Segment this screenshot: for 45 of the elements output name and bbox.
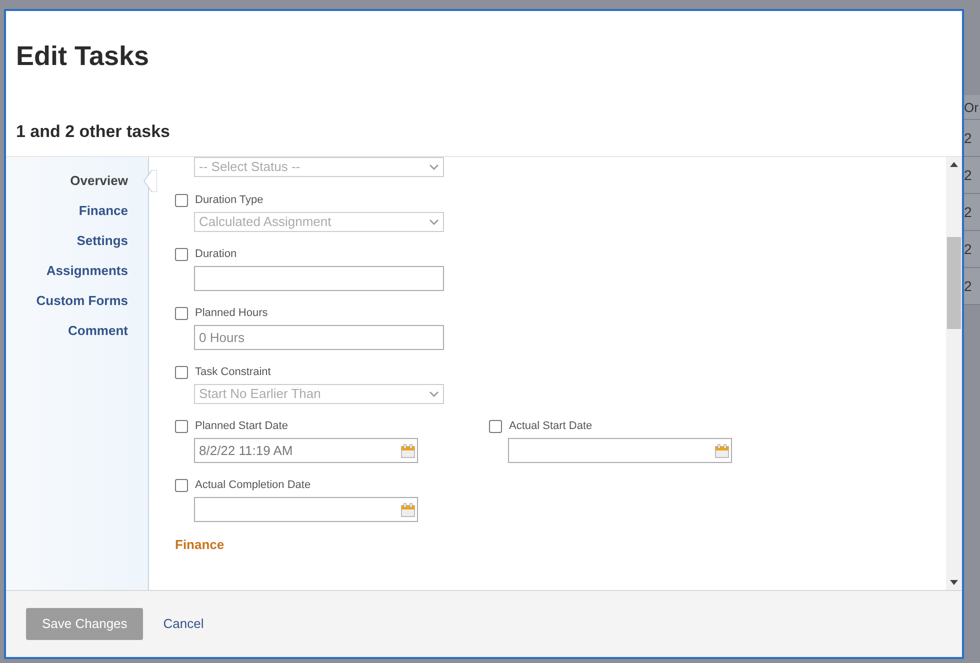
field-label: Task Constraint bbox=[195, 364, 271, 380]
dialog-subtitle: 1 and 2 other tasks bbox=[16, 121, 172, 143]
sidebar-item[interactable]: Assignments bbox=[6, 261, 136, 291]
date-field[interactable] bbox=[508, 438, 732, 463]
cancel-link[interactable]: Cancel bbox=[163, 614, 204, 634]
input-field[interactable] bbox=[194, 266, 444, 291]
scroll-down-icon[interactable] bbox=[950, 580, 958, 585]
table-cell: 2 bbox=[964, 268, 980, 305]
sidebar-item[interactable]: Settings bbox=[6, 231, 136, 261]
checkbox[interactable] bbox=[175, 306, 188, 320]
table-cell: 2 bbox=[964, 157, 980, 194]
table-cell: 2 bbox=[964, 194, 980, 231]
checkbox[interactable] bbox=[489, 420, 502, 432]
sidebar-item[interactable]: Comment bbox=[6, 321, 136, 351]
field-label: Planned Start Date bbox=[195, 418, 288, 434]
scrollbar[interactable] bbox=[946, 157, 962, 590]
checkbox[interactable] bbox=[175, 420, 188, 432]
caret-icon bbox=[429, 391, 439, 397]
checkbox[interactable] bbox=[175, 366, 188, 378]
field-label: Duration bbox=[195, 246, 237, 262]
calendar-icon[interactable] bbox=[401, 444, 415, 458]
caret-icon bbox=[429, 219, 439, 225]
date-field[interactable]: 8/2/22 11:19 AM bbox=[194, 438, 418, 463]
field-label: Planned Hours bbox=[195, 306, 268, 321]
date-field[interactable] bbox=[194, 497, 418, 522]
caret-icon bbox=[429, 164, 439, 170]
checkbox[interactable] bbox=[175, 478, 188, 492]
column-header: Or bbox=[964, 95, 980, 120]
sidebar-item[interactable]: Overview bbox=[6, 171, 136, 201]
section-heading: Finance bbox=[175, 536, 226, 554]
field-label: Actual Completion Date bbox=[195, 478, 311, 493]
field-label: Actual Start Date bbox=[509, 418, 592, 434]
sidebar-item[interactable]: Finance bbox=[6, 201, 136, 231]
checkbox[interactable] bbox=[175, 194, 188, 206]
input-field[interactable]: 0 Hours bbox=[194, 325, 444, 350]
checkbox[interactable] bbox=[175, 248, 188, 260]
calendar-icon[interactable] bbox=[715, 444, 729, 458]
field-label: Duration Type bbox=[195, 192, 264, 208]
table-cell: 2 bbox=[964, 120, 980, 157]
sidebar-item[interactable]: Custom Forms bbox=[6, 291, 136, 321]
scroll-up-icon[interactable] bbox=[950, 162, 958, 167]
calendar-icon[interactable] bbox=[401, 502, 415, 516]
dialog-title: Edit Tasks bbox=[16, 40, 150, 73]
table-cell: 2 bbox=[964, 231, 980, 268]
scrollbar-thumb[interactable] bbox=[947, 237, 961, 329]
